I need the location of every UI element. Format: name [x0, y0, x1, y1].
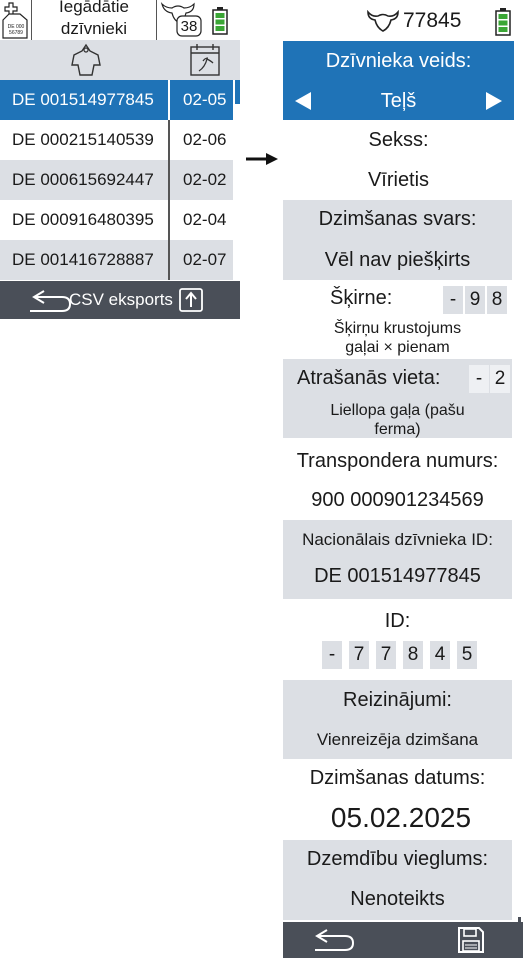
animal-tag-column-icon [70, 43, 102, 77]
birth-weight-value: Vēl nav piešķirts [324, 248, 471, 271]
birth-date-label: Dzimšanas datums: [309, 766, 486, 789]
location-description: Liellopa gaļa (pašu ferma) [330, 402, 465, 438]
animal-type-label: Dzīvnieka veids: [325, 49, 472, 72]
column-divider [168, 160, 170, 200]
selection-marker [235, 80, 240, 104]
date-cell: 02-02 [183, 170, 227, 189]
id-digit[interactable]: 5 [457, 641, 477, 669]
id-digit[interactable]: 8 [403, 641, 423, 669]
csv-export-label[interactable]: CSV eksports [69, 290, 173, 310]
national-id-label: Nacionālais dzīvnieka ID: [302, 530, 493, 549]
header-animal-id: 77845 [403, 9, 462, 32]
save-icon[interactable] [457, 926, 485, 954]
cow-count: 38 [180, 17, 198, 35]
location-label: Atrašanās vieta: [297, 367, 441, 389]
id-digit[interactable]: 4 [430, 641, 450, 669]
calving-ease-value: Nenoteikts [350, 887, 445, 910]
breed-description: Šķirņu krustojums gaļai × pienam [333, 320, 462, 356]
animal-id-cell: DE 000215140539 [12, 130, 154, 149]
multiples-label: Reizinājumi: [343, 688, 452, 711]
location-digit[interactable]: - [469, 365, 489, 393]
table-row[interactable]: DE 001514977845 02-05 [0, 80, 233, 120]
national-id-value: DE 001514977845 [314, 564, 481, 587]
next-arrow-icon[interactable] [484, 91, 504, 111]
purchased-animals-title: Iegādātie dzīvnieki [59, 0, 129, 38]
id-digit[interactable]: 7 [376, 641, 396, 669]
location-digit[interactable]: 2 [490, 365, 510, 393]
sex-value[interactable]: Vīrietis [283, 165, 514, 195]
id-digit[interactable]: 7 [349, 641, 369, 669]
cow-head-icon [366, 10, 400, 32]
cow-count-indicator: 38 [158, 0, 204, 40]
id-label: ID: [384, 609, 411, 632]
birth-date-value[interactable]: 05.02.2025 [283, 800, 519, 836]
calving-ease-label: Dzemdību vieglums: [306, 847, 489, 870]
breed-digit[interactable]: - [443, 286, 463, 314]
animal-id-cell: DE 001514977845 [12, 90, 154, 109]
breed-label: Šķirne: [330, 287, 393, 309]
multiples-value: Vienreizēja dzimšana [316, 730, 479, 749]
arrow-right-icon [246, 152, 278, 166]
breed-digit[interactable]: 8 [487, 286, 507, 314]
date-cell: 02-07 [183, 250, 227, 269]
table-row[interactable]: DE 000215140539 02-06 [0, 120, 233, 160]
breed-digit[interactable]: 9 [465, 286, 485, 314]
location-field[interactable]: Atrašanās vieta: - 2 Liellopa gaļa (pašu… [283, 359, 512, 438]
animal-id-cell: DE 000615692447 [12, 170, 154, 189]
back-icon[interactable] [26, 289, 72, 313]
column-divider [168, 120, 170, 160]
column-divider [168, 240, 170, 280]
column-divider [168, 80, 170, 120]
table-row[interactable]: DE 000916480395 02-04 [0, 200, 233, 240]
right-footer [283, 922, 523, 958]
table-row[interactable]: DE 001416728887 02-07 [0, 240, 233, 280]
animal-type-selector[interactable]: Dzīvnieka veids: Teļš [283, 41, 514, 120]
national-id-field[interactable]: Nacionālais dzīvnieka ID: DE 00151497784… [283, 520, 512, 599]
animal-type-value: Teļš [380, 89, 417, 112]
left-footer: CSV eksports [0, 281, 240, 319]
battery-icon [212, 7, 228, 35]
transponder-label: Transpondera numurs: [296, 449, 499, 472]
add-animal-button[interactable]: DE 000 56789 [0, 0, 31, 40]
sex-label: Sekss: [368, 128, 429, 151]
export-upload-icon[interactable] [179, 288, 203, 312]
multiples-field[interactable]: Reizinājumi: Vienreizēja dzimšana [283, 680, 512, 759]
table-row[interactable]: DE 000615692447 02-02 [0, 160, 233, 200]
birth-weight-field[interactable]: Dzimšanas svars: Vēl nav piešķirts [283, 200, 512, 280]
column-header [0, 40, 240, 80]
tag-icon-text: DE 000 56789 [7, 24, 25, 36]
column-divider [168, 200, 170, 240]
id-digit[interactable]: - [322, 641, 342, 669]
animal-id-cell: DE 000916480395 [12, 210, 154, 229]
prev-arrow-icon[interactable] [293, 91, 313, 111]
birth-weight-label: Dzimšanas svars: [318, 207, 477, 230]
transponder-value[interactable]: 900 000901234569 [283, 485, 512, 515]
calving-ease-field[interactable]: Dzemdību vieglums: Nenoteikts [283, 840, 512, 920]
date-cell: 02-06 [183, 130, 227, 149]
calendar-column-icon [189, 43, 221, 77]
battery-icon [495, 8, 511, 36]
date-cell: 02-04 [183, 210, 227, 229]
back-icon[interactable] [311, 927, 357, 953]
animal-id-cell: DE 001416728887 [12, 250, 154, 269]
date-cell: 02-05 [183, 90, 227, 109]
